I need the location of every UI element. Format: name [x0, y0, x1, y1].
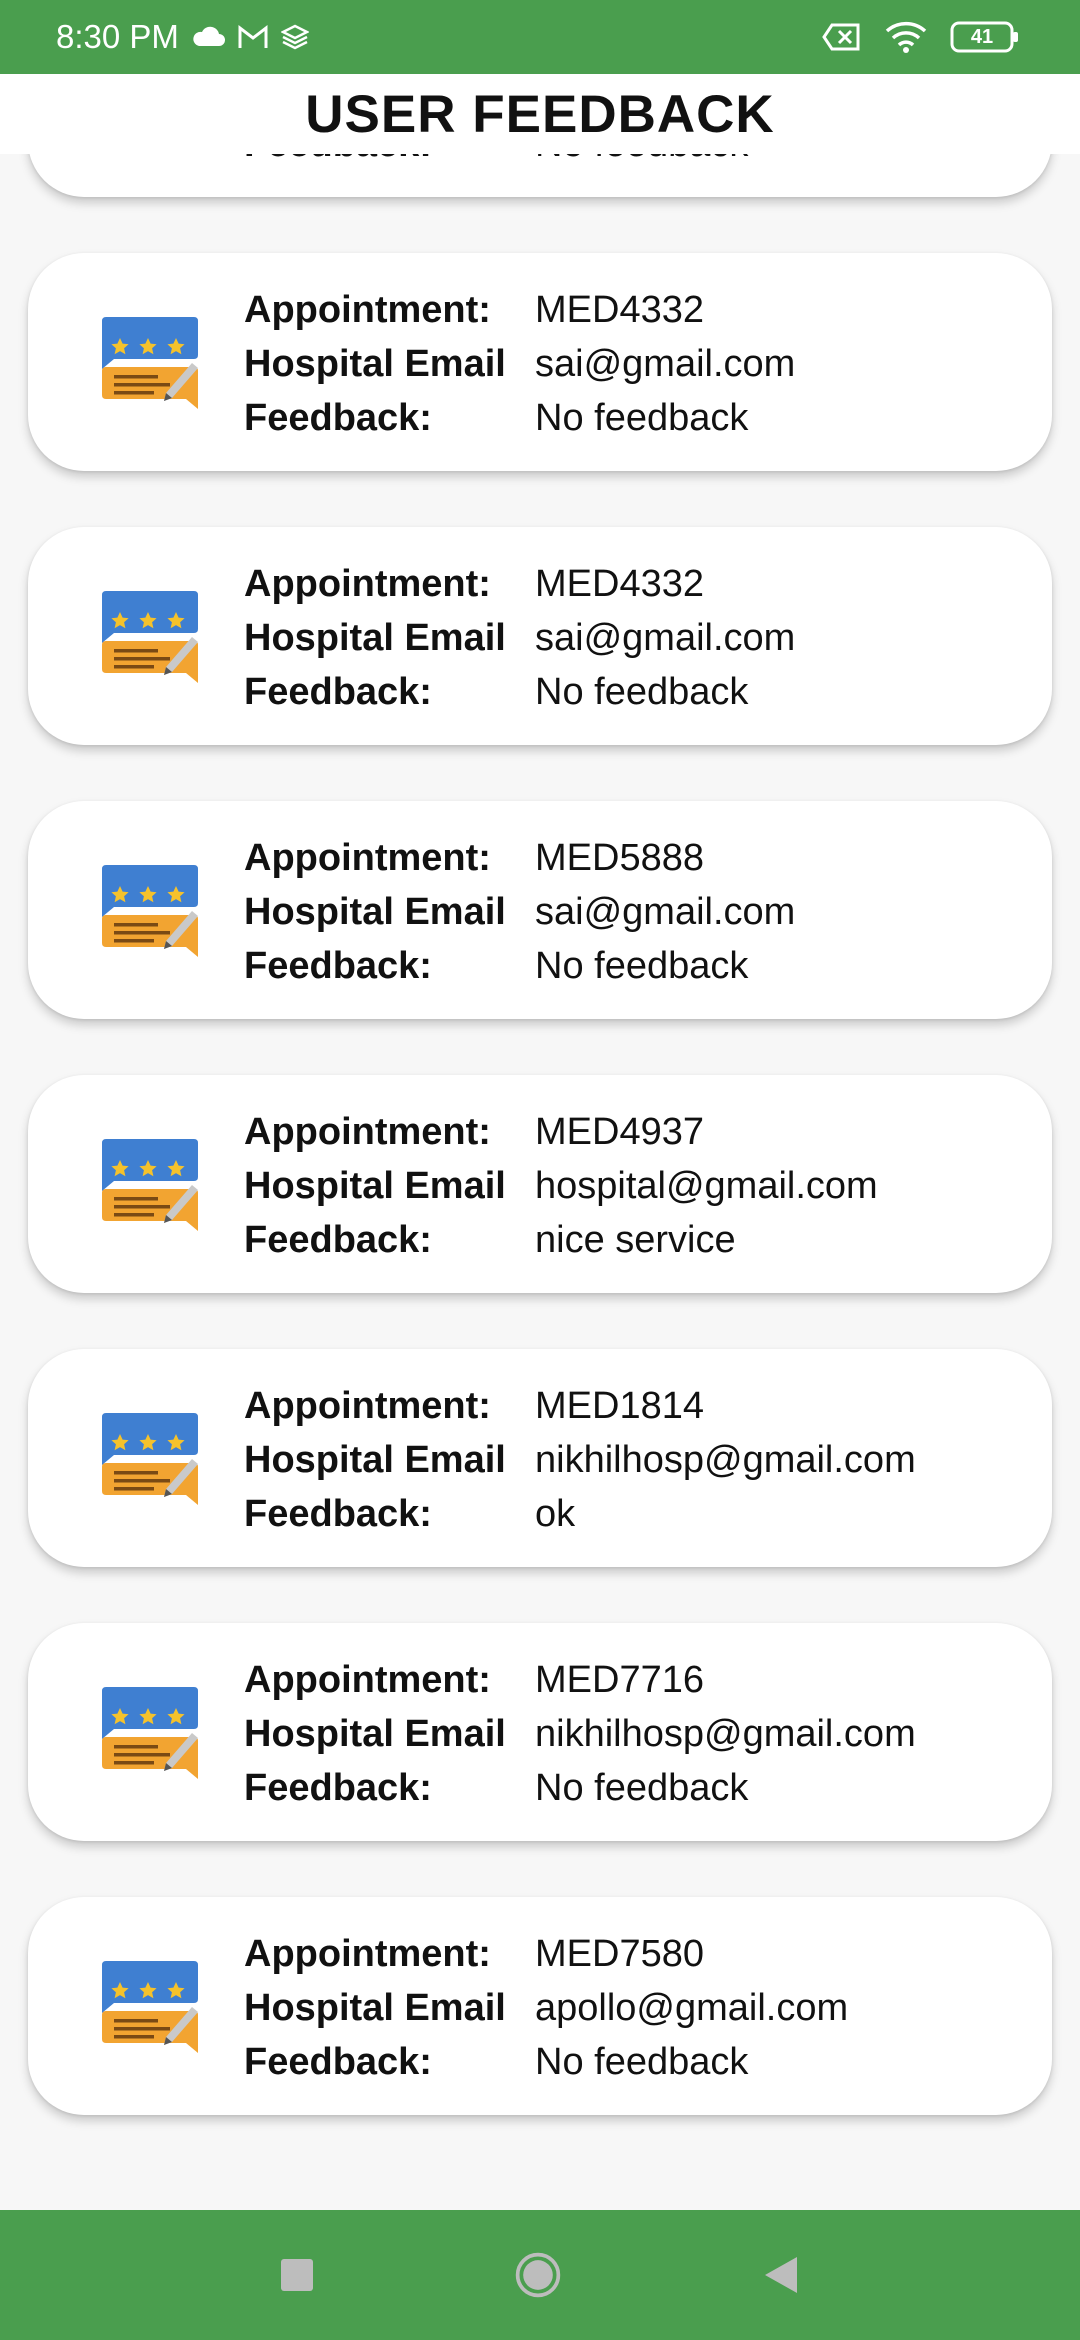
- feedback-value: No feedback: [535, 670, 749, 713]
- hospital-email-value: hospital@gmail.com: [535, 1164, 878, 1207]
- cloud-icon: [191, 26, 225, 48]
- hospital-email-value: sai@gmail.com: [535, 342, 796, 385]
- appointment-label: Appointment:: [244, 288, 491, 331]
- hospital-email-label: Hospital Email: [244, 1164, 506, 1207]
- gmail-icon: [237, 24, 269, 50]
- feedback-row: Feedback: No feedback: [244, 154, 748, 170]
- hospital-email-row: Hospital Email sai@gmail.com: [244, 612, 795, 664]
- appointment-row: Appointment: MED4937: [244, 1106, 704, 1158]
- feedback-value: No feedback: [535, 944, 749, 987]
- feedback-rating-icon: [100, 313, 200, 413]
- hospital-email-value: apollo@gmail.com: [535, 1986, 849, 2029]
- feedback-card[interactable]: Appointment: Hospital Email sai@gmail.co…: [28, 154, 1052, 197]
- appointment-value: MED7580: [535, 1932, 704, 1975]
- hospital-email-label: Hospital Email: [244, 1712, 506, 1755]
- feedback-rating-icon: [100, 1683, 200, 1783]
- appointment-value: MED4937: [535, 1110, 704, 1153]
- appointment-value: MED7716: [535, 1658, 704, 1701]
- feedback-card[interactable]: Appointment: MED1814 Hospital Email nikh…: [28, 1349, 1052, 1567]
- feedback-label: Feedback:: [244, 154, 535, 166]
- feedback-rating-icon: [100, 861, 200, 961]
- hospital-email-row: Hospital Email apollo@gmail.com: [244, 1982, 848, 2034]
- hospital-email-label: Hospital Email: [244, 1438, 506, 1481]
- appointment-label: Appointment:: [244, 562, 491, 605]
- feedback-label: Feedback:: [244, 1766, 432, 1809]
- feedback-value: ok: [535, 1492, 576, 1535]
- appointment-label: Appointment:: [244, 836, 491, 879]
- feedback-card[interactable]: Appointment: MED4937 Hospital Email hosp…: [28, 1075, 1052, 1293]
- feedback-value: No feedback: [535, 1766, 749, 1809]
- battery-level: 41: [970, 25, 994, 48]
- feedback-value: nice service: [535, 1218, 736, 1261]
- appointment-value: MED4332: [535, 288, 704, 331]
- feedback-list[interactable]: Appointment: Hospital Email sai@gmail.co…: [0, 154, 1080, 2210]
- feedback-value: No feedback: [535, 396, 749, 439]
- hospital-email-value: sai@gmail.com: [535, 616, 796, 659]
- appointment-row: Appointment: MED5888: [244, 832, 704, 884]
- appointment-label: Appointment:: [244, 1384, 491, 1427]
- feedback-row: Feedback: No feedback: [244, 666, 748, 718]
- navigation-bar: [0, 2210, 1080, 2340]
- feedback-rating-icon: [100, 1409, 200, 1509]
- feedback-row: Feedback: nice service: [244, 1214, 736, 1266]
- feedback-card[interactable]: Appointment: MED4332 Hospital Email sai@…: [28, 253, 1052, 471]
- appointment-row: Appointment: MED1814: [244, 1380, 704, 1432]
- feedback-row: Feedback: ok: [244, 1488, 575, 1540]
- appointment-label: Appointment:: [244, 1110, 491, 1153]
- hospital-email-value: nikhilhosp@gmail.com: [535, 1438, 916, 1481]
- appointment-row: Appointment: MED7580: [244, 1928, 704, 1980]
- appointment-row: Appointment: MED4332: [244, 558, 704, 610]
- home-icon[interactable]: [513, 2250, 563, 2300]
- hospital-email-label: Hospital Email: [244, 1986, 506, 2029]
- feedback-label: Feedback:: [244, 1492, 432, 1535]
- feedback-rating-icon: [100, 1135, 200, 1235]
- appointment-row: Appointment: MED7716: [244, 1654, 704, 1706]
- feedback-row: Feedback: No feedback: [244, 392, 748, 444]
- feedback-value: No feedback: [535, 2040, 749, 2083]
- recent-apps-icon[interactable]: [272, 2250, 322, 2300]
- hospital-email-row: Hospital Email sai@gmail.com: [244, 338, 795, 390]
- page-title: USER FEEDBACK: [305, 84, 775, 144]
- feedback-label: Feedback:: [244, 1218, 432, 1261]
- feedback-card[interactable]: Appointment: MED7580 Hospital Email apol…: [28, 1897, 1052, 2115]
- feedback-row: Feedback: No feedback: [244, 1762, 748, 1814]
- feedback-row: Feedback: No feedback: [244, 2036, 748, 2088]
- hospital-email-label: Hospital Email: [244, 342, 506, 385]
- status-right: 41: [822, 20, 1020, 54]
- status-left: 8:30 PM: [56, 18, 309, 56]
- feedback-rating-icon: [100, 1957, 200, 2057]
- feedback-label: Feedback:: [244, 396, 432, 439]
- hospital-email-row: Hospital Email sai@gmail.com: [244, 886, 795, 938]
- feedback-label: Feedback:: [244, 670, 432, 713]
- appointment-value: MED5888: [535, 836, 704, 879]
- appointment-row: Appointment: MED4332: [244, 284, 704, 336]
- status-time: 8:30 PM: [56, 18, 179, 55]
- feedback-rating-icon: [100, 587, 200, 687]
- feedback-card[interactable]: Appointment: MED7716 Hospital Email nikh…: [28, 1623, 1052, 1841]
- feedback-value: No feedback: [535, 154, 748, 166]
- back-icon[interactable]: [756, 2250, 806, 2300]
- hospital-email-value: nikhilhosp@gmail.com: [535, 1712, 916, 1755]
- layers-icon: [280, 23, 309, 51]
- appointment-label: Appointment:: [244, 1658, 491, 1701]
- battery-icon: 41: [950, 21, 1020, 53]
- feedback-label: Feedback:: [244, 944, 432, 987]
- feedback-label: Feedback:: [244, 2040, 432, 2083]
- app-header: USER FEEDBACK: [0, 74, 1080, 154]
- hospital-email-label: Hospital Email: [244, 890, 506, 933]
- hospital-email-row: Hospital Email hospital@gmail.com: [244, 1160, 878, 1212]
- hospital-email-value: sai@gmail.com: [535, 890, 796, 933]
- feedback-card[interactable]: Appointment: MED5888 Hospital Email sai@…: [28, 801, 1052, 1019]
- hospital-email-row: Hospital Email nikhilhosp@gmail.com: [244, 1434, 916, 1486]
- feedback-row: Feedback: No feedback: [244, 940, 748, 992]
- hospital-email-row: Hospital Email nikhilhosp@gmail.com: [244, 1708, 916, 1760]
- appointment-label: Appointment:: [244, 1932, 491, 1975]
- status-bar: 8:30 PM 41: [0, 0, 1080, 74]
- feedback-card[interactable]: Appointment: MED4332 Hospital Email sai@…: [28, 527, 1052, 745]
- wifi-icon: [884, 20, 928, 54]
- appointment-value: MED1814: [535, 1384, 704, 1427]
- appointment-value: MED4332: [535, 562, 704, 605]
- hospital-email-label: Hospital Email: [244, 616, 506, 659]
- sim-error-icon: [822, 22, 862, 52]
